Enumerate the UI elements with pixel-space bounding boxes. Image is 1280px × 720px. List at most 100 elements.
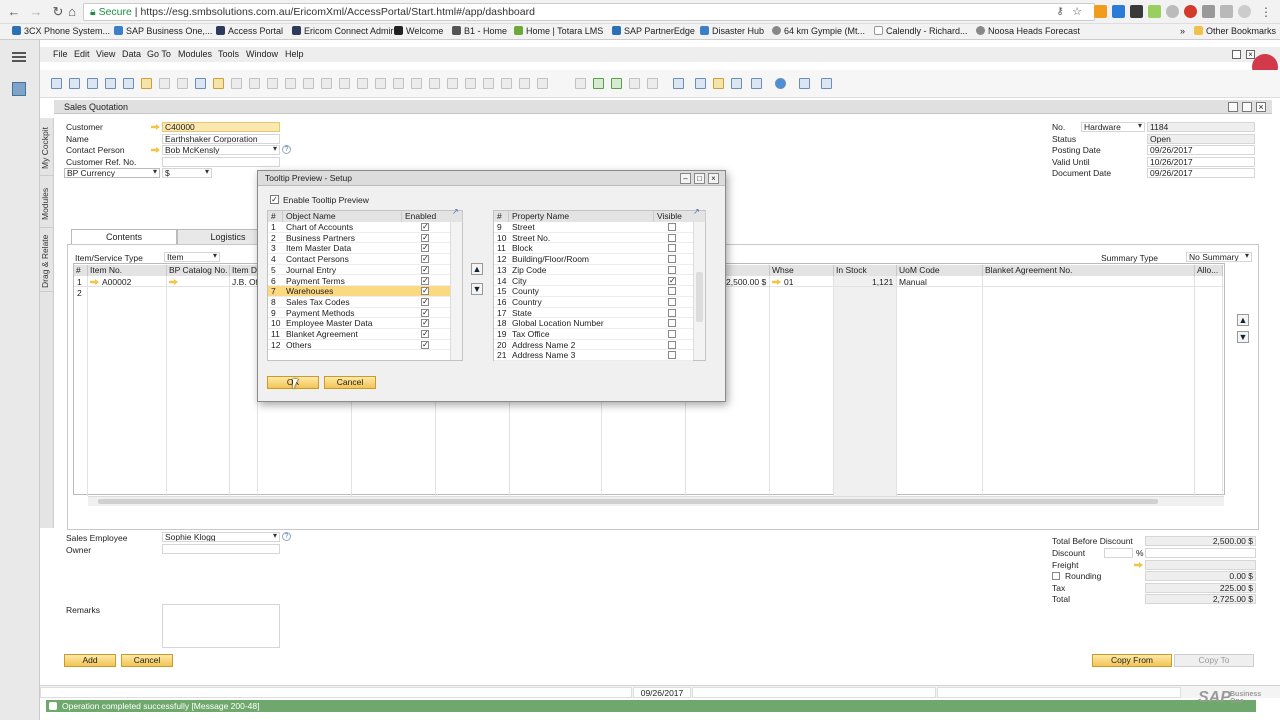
other-bookmarks[interactable]: Other Bookmarks [1194, 26, 1276, 36]
scrollbar-thumb[interactable] [98, 499, 1158, 504]
currency-type-select[interactable]: BP Currency [64, 168, 160, 178]
filter-icon[interactable] [339, 78, 350, 89]
lock-screen-icon[interactable] [177, 78, 188, 89]
extension-icon[interactable] [1184, 5, 1197, 18]
move-up-icon[interactable]: ▲ [471, 263, 483, 275]
visible-checkbox[interactable] [668, 233, 676, 242]
move-up-icon[interactable]: ▲ [1237, 314, 1249, 326]
update-icon[interactable] [611, 78, 622, 89]
list-item[interactable]: 8 Sales Tax Codes ✓ [268, 297, 450, 308]
bookmark-item[interactable]: SAP Business One,... [114, 26, 212, 36]
visible-checkbox[interactable] [668, 340, 676, 349]
edit-icon[interactable] [575, 78, 586, 89]
col-header[interactable]: Object Name [283, 211, 402, 222]
summary-type-select[interactable]: No Summary [1186, 252, 1252, 262]
enabled-checkbox[interactable]: ✓ [421, 319, 429, 328]
key-icon[interactable]: ⚷ [1052, 4, 1068, 20]
list-item[interactable]: 6 Payment Terms ✓ [268, 276, 450, 287]
col-header[interactable]: Blanket Agreement No. [983, 265, 1195, 276]
gross-profit-icon[interactable] [411, 78, 422, 89]
list-item[interactable]: 9 Street [494, 222, 693, 233]
document-date-field[interactable]: 09/26/2017 [1147, 168, 1255, 178]
enabled-checkbox[interactable]: ✓ [421, 265, 429, 274]
list-item[interactable]: 12 Others ✓ [268, 340, 450, 351]
enabled-checkbox[interactable]: ✓ [421, 330, 429, 338]
total-cell[interactable]: 2,500.00 $ [726, 277, 766, 287]
last-record-icon[interactable] [321, 78, 332, 89]
freight-field[interactable] [1145, 560, 1256, 570]
col-header[interactable]: Item No. [88, 265, 167, 276]
layout-icon[interactable] [519, 78, 530, 89]
chart-icon[interactable] [695, 78, 706, 89]
refresh-icon[interactable] [249, 78, 260, 89]
payment-means-icon[interactable] [447, 78, 458, 89]
previous-record-icon[interactable] [285, 78, 296, 89]
visible-checkbox[interactable] [668, 319, 676, 328]
menu-icon[interactable]: ⋮ [1258, 4, 1274, 20]
list-item[interactable]: 3 Item Master Data ✓ [268, 243, 450, 255]
forward-icon[interactable]: → [28, 4, 44, 20]
bookmark-item[interactable]: 64 km Gympie (Mt... [772, 26, 865, 36]
tab-modules[interactable]: Modules [40, 180, 54, 228]
export-pdf-icon[interactable] [123, 78, 134, 89]
next-record-icon[interactable] [303, 78, 314, 89]
help-icon[interactable]: ? [282, 145, 291, 154]
list-item[interactable]: 5 Journal Entry ✓ [268, 265, 450, 276]
list-item[interactable]: 11 Block [494, 243, 693, 255]
menu-view[interactable]: View [96, 49, 115, 59]
menu-help[interactable]: Help [285, 49, 304, 59]
col-header[interactable]: Property Name [509, 211, 654, 222]
list-item[interactable]: 12 Building/Floor/Room [494, 254, 693, 265]
col-header[interactable]: Allo... [1195, 265, 1223, 276]
bookmark-item[interactable]: 3CX Phone System... [12, 26, 110, 36]
list-item[interactable]: 13 Zip Code [494, 265, 693, 276]
enabled-checkbox[interactable]: ✓ [421, 255, 429, 264]
visible-checkbox[interactable]: ✓ [668, 276, 676, 285]
menu-window[interactable]: Window [246, 49, 278, 59]
address-bar[interactable]: 🔒︎ Secure | https://esg.smbsolutions.com.… [83, 3, 1095, 21]
list-item[interactable]: 18 Global Location Number [494, 318, 693, 329]
extension-icon[interactable] [1220, 5, 1233, 18]
vertical-scrollbar[interactable] [450, 222, 462, 360]
list-item[interactable]: 11 Blanket Agreement ✓ [268, 329, 450, 340]
list-item[interactable]: 17 State [494, 308, 693, 319]
enabled-checkbox[interactable]: ✓ [421, 297, 429, 306]
uom-cell[interactable]: Manual [899, 277, 927, 287]
more-bookmarks-icon[interactable]: » [1180, 26, 1185, 36]
find-icon[interactable] [195, 78, 206, 89]
tab-my-cockpit[interactable]: My Cockpit [40, 120, 54, 176]
bookmark-item[interactable]: Disaster Hub [700, 26, 764, 36]
sms-icon[interactable] [105, 78, 116, 89]
warehouse-cell[interactable]: 01 [784, 277, 793, 287]
draw-icon[interactable] [537, 78, 548, 89]
home-icon[interactable]: ⌂ [64, 4, 80, 20]
maximize-icon[interactable] [1242, 102, 1252, 112]
message-icon[interactable] [629, 78, 640, 89]
list-item[interactable]: 7 Warehouses ✓ [268, 286, 450, 297]
series-select[interactable]: Hardware [1081, 122, 1145, 132]
list-item[interactable]: 10 Street No. [494, 233, 693, 244]
extension-icon[interactable] [1238, 5, 1251, 18]
list-item[interactable]: 9 Payment Methods ✓ [268, 308, 450, 319]
link-arrow-icon[interactable] [772, 279, 781, 285]
settings-icon[interactable] [465, 78, 476, 89]
journal-icon[interactable] [501, 78, 512, 89]
col-header[interactable]: Whse [770, 265, 834, 276]
extension-icon[interactable] [1202, 5, 1215, 18]
relationship-map-icon[interactable] [429, 78, 440, 89]
list-item[interactable]: 19 Tax Office [494, 329, 693, 340]
list-item[interactable]: 15 County [494, 286, 693, 297]
close-icon[interactable]: × [708, 173, 719, 184]
cancel-button[interactable]: Cancel [121, 654, 173, 667]
close-icon[interactable]: × [1246, 50, 1255, 59]
extension-icon[interactable] [1112, 5, 1125, 18]
menu-file[interactable]: File [53, 49, 68, 59]
link-arrow-icon[interactable] [169, 279, 178, 285]
maximize-icon[interactable]: □ [694, 173, 705, 184]
copy-to-button[interactable]: Copy To [1174, 654, 1254, 667]
col-header[interactable]: BP Catalog No. [167, 265, 230, 276]
item-description-cell[interactable]: J.B. Of [232, 277, 258, 287]
bookmark-item[interactable]: Welcome [394, 26, 443, 36]
menu-modules[interactable]: Modules [178, 49, 212, 59]
first-record-icon[interactable] [267, 78, 278, 89]
